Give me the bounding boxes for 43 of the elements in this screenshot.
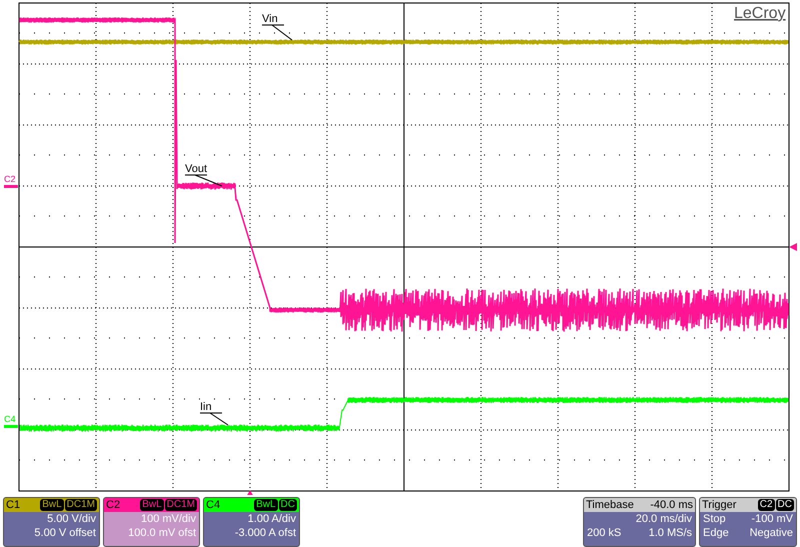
setting-value: Negative	[750, 526, 793, 540]
channel-panel[interactable]: C4 BwL DC 1.00 A/div -3.000 A ofst	[203, 497, 300, 547]
trace-label: Vin	[262, 13, 278, 25]
channel-tag: DC1M	[164, 499, 197, 511]
leader-line	[184, 174, 222, 186]
channel-tag: DC	[278, 499, 297, 511]
setting-value: -100 mV	[751, 512, 793, 526]
channel-level-marker	[4, 425, 18, 428]
channel-marker-label: C2	[4, 174, 16, 184]
trigger-title: Trigger	[702, 498, 736, 512]
channel-setting: 100.0 mV ofst	[127, 526, 197, 540]
channel-setting: -3.000 A ofst	[234, 526, 297, 540]
timebase-title: Timebase	[586, 498, 634, 512]
channel-setting: 5.00 V offset	[33, 526, 97, 540]
trigger-position-icon	[246, 490, 254, 495]
channel-tag: BwL	[40, 499, 64, 511]
timebase-value: -40.0 ms	[650, 498, 693, 512]
trigger-level-icon	[789, 243, 797, 251]
leader-line	[262, 24, 292, 40]
channel-name: C1	[6, 498, 20, 512]
trigger-tag: C2	[758, 499, 775, 511]
channel-setting: 5.00 V/div	[46, 512, 97, 526]
setting-value: 20.0 ms/div	[636, 512, 692, 526]
channel-name: C4	[206, 498, 220, 512]
trigger-tag: DC	[776, 499, 794, 511]
channel-panel[interactable]: C2 BwL DC1M 100 mV/div 100.0 mV ofst	[103, 497, 200, 547]
setting-value: 1.0 MS/s	[648, 526, 692, 540]
leader-line	[200, 412, 228, 426]
channel-level-marker	[4, 185, 18, 188]
brand-logo: LeCroy	[734, 5, 786, 22]
setting-label: Edge	[703, 526, 729, 540]
setting-label: Stop	[703, 512, 726, 526]
setting-label: 200 kS	[587, 526, 622, 540]
trace-label: Vout	[185, 163, 208, 175]
channel-tag: BwL	[140, 499, 164, 511]
trace-label: Iin	[200, 401, 212, 413]
channel-panel[interactable]: C1 BwL DC1M 5.00 V/div 5.00 V offset	[3, 497, 100, 547]
channel-setting: 100 mV/div	[140, 512, 197, 526]
channel-tag: BwL	[254, 499, 278, 511]
channel-tag: DC1M	[64, 499, 97, 511]
channel-setting: 1.00 A/div	[246, 512, 297, 526]
channel-name: C2	[106, 498, 120, 512]
channel-marker-label: C4	[4, 414, 16, 424]
